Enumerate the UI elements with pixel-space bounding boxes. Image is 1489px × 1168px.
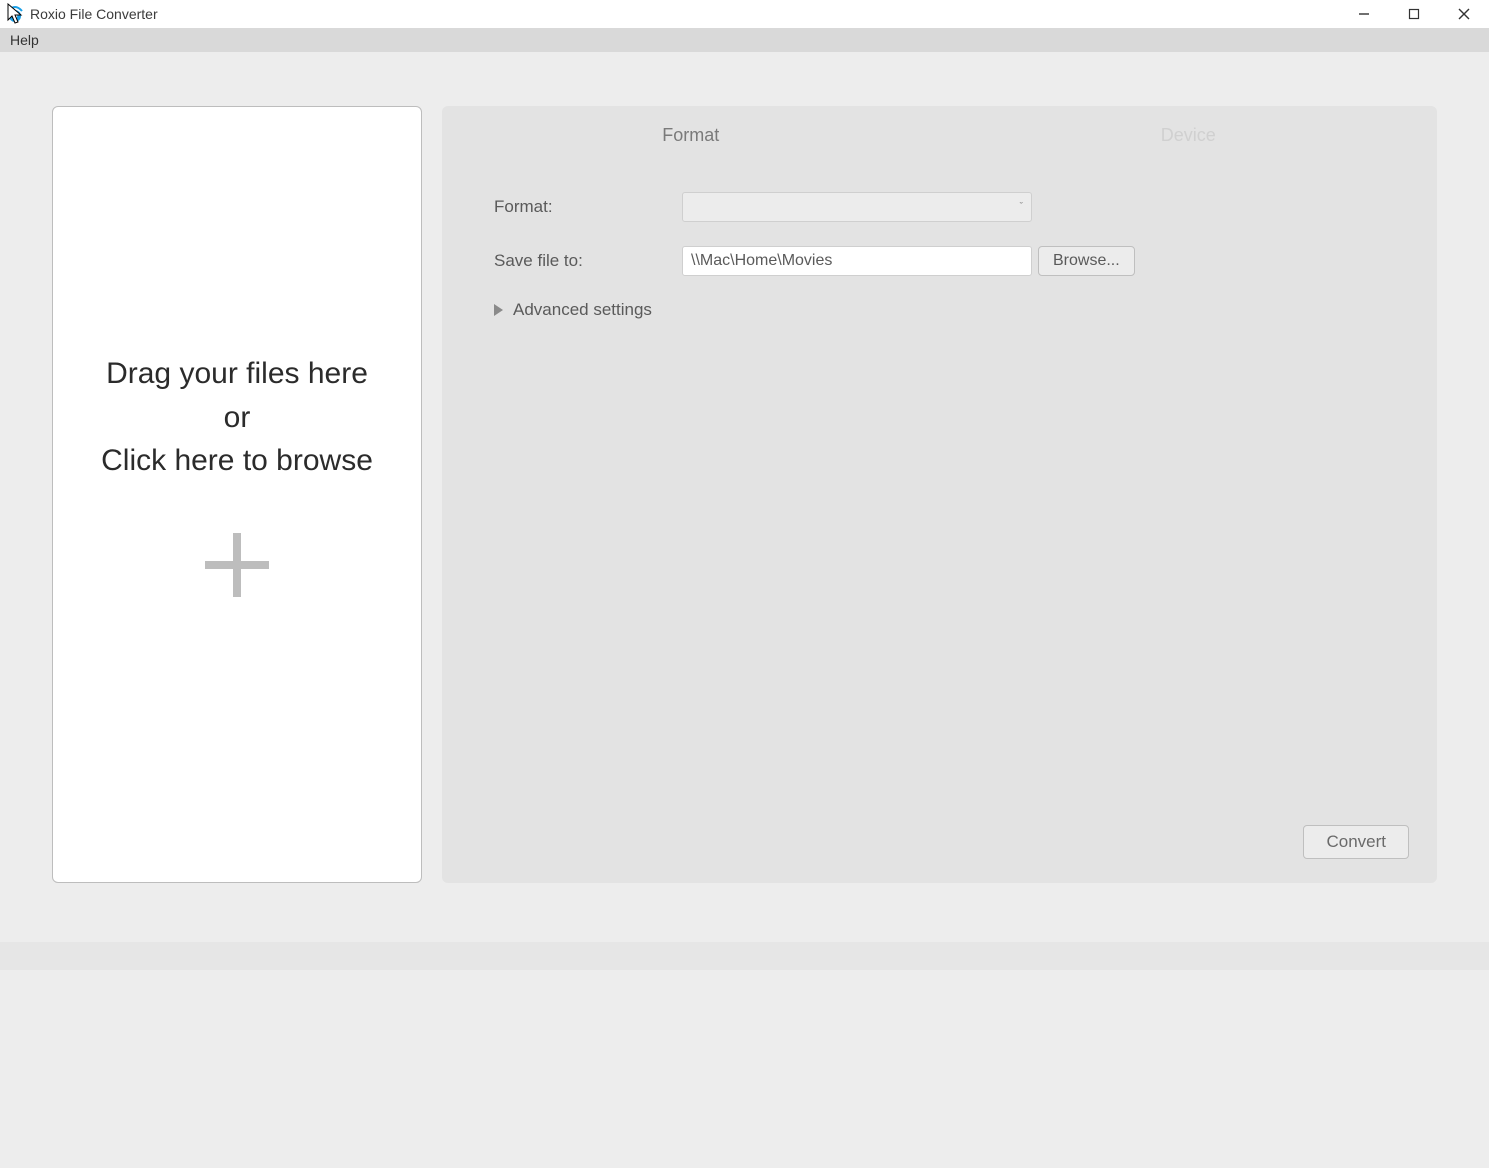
drop-text-line2: or	[224, 396, 251, 440]
menubar: Help	[0, 28, 1489, 52]
format-label: Format:	[494, 197, 682, 217]
drop-text-line3: Click here to browse	[101, 439, 373, 483]
format-row: Format: ˇ	[494, 192, 1385, 222]
file-drop-zone[interactable]: Drag your files here or Click here to br…	[52, 106, 422, 883]
convert-label: Convert	[1326, 832, 1386, 852]
chevron-down-icon: ˇ	[1020, 202, 1023, 213]
maximize-button[interactable]	[1389, 0, 1439, 28]
bottom-strip	[0, 942, 1489, 970]
format-select[interactable]: ˇ	[682, 192, 1032, 222]
triangle-right-icon	[494, 304, 503, 316]
titlebar: Roxio File Converter	[0, 0, 1489, 28]
save-row: Save file to: \\Mac\Home\Movies Browse..…	[494, 246, 1385, 276]
menu-help[interactable]: Help	[6, 30, 43, 50]
tabs: Format Device	[442, 106, 1437, 164]
save-path-input[interactable]: \\Mac\Home\Movies	[682, 246, 1032, 276]
browse-label: Browse...	[1053, 252, 1120, 270]
save-path-value: \\Mac\Home\Movies	[691, 252, 832, 270]
browse-button[interactable]: Browse...	[1038, 246, 1135, 276]
advanced-label: Advanced settings	[513, 300, 652, 320]
advanced-settings-toggle[interactable]: Advanced settings	[494, 300, 1385, 320]
window-title: Roxio File Converter	[30, 6, 158, 22]
convert-button[interactable]: Convert	[1303, 825, 1409, 859]
save-label: Save file to:	[494, 251, 682, 271]
window-controls	[1339, 0, 1489, 28]
plus-icon	[203, 531, 271, 604]
minimize-button[interactable]	[1339, 0, 1389, 28]
form-area: Format: ˇ Save file to: \\Mac\Home\Movie…	[442, 164, 1437, 320]
tab-device[interactable]: Device	[940, 125, 1438, 146]
close-button[interactable]	[1439, 0, 1489, 28]
app-icon	[6, 5, 24, 23]
drop-text-line1: Drag your files here	[106, 352, 368, 396]
tab-format[interactable]: Format	[442, 125, 940, 146]
settings-panel: Format Device Format: ˇ Save file to: \\…	[442, 106, 1437, 883]
main-content: Drag your files here or Click here to br…	[0, 52, 1489, 883]
